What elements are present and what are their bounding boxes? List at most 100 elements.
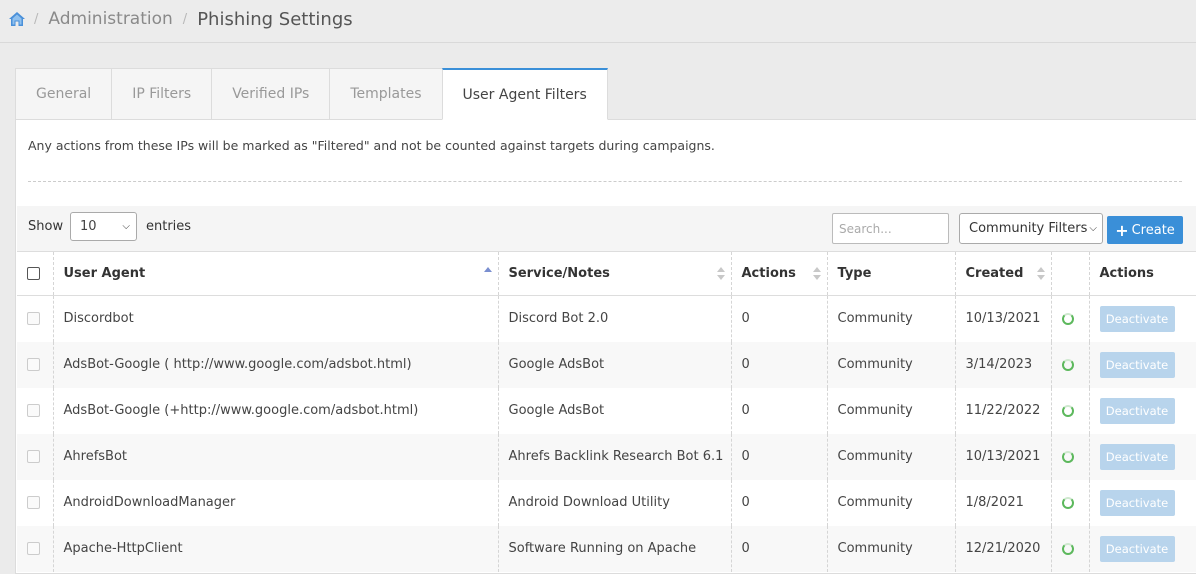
- user-agent-cell: AdsBot-Google ( http://www.google.com/ad…: [53, 341, 499, 388]
- entries-label: entries: [146, 219, 192, 234]
- service-cell: Ahrefs Backlink Research Bot 6.1: [498, 433, 732, 480]
- deactivate-button[interactable]: Deactivate: [1099, 535, 1175, 562]
- tab-user-agent-filters[interactable]: User Agent Filters: [441, 68, 608, 120]
- actions-count-cell: 0: [731, 295, 828, 342]
- user-agent-cell: Apache-HttpClient: [53, 525, 499, 572]
- deactivate-button[interactable]: Deactivate: [1099, 397, 1175, 424]
- user-agent-cell: AhrefsBot: [53, 433, 499, 480]
- entries-select[interactable]: 10 ⌵: [70, 212, 137, 241]
- actions-count-cell: 0: [731, 341, 828, 388]
- row-actions-cell: Deactivate: [1089, 480, 1196, 526]
- column-header-created[interactable]: Created: [955, 251, 1052, 296]
- filter-type-select[interactable]: Community Filters ⌵: [959, 213, 1103, 244]
- row-checkbox[interactable]: [27, 358, 40, 371]
- row-select-cell: [17, 525, 54, 572]
- row-checkbox[interactable]: [27, 312, 40, 326]
- status-active-icon: [1061, 542, 1074, 555]
- created-cell: 1/8/2021: [955, 479, 1052, 526]
- deactivate-button[interactable]: Deactivate: [1099, 443, 1175, 470]
- row-actions-cell: Deactivate: [1089, 388, 1196, 434]
- select-all-checkbox[interactable]: [27, 267, 40, 280]
- create-button[interactable]: + Create: [1107, 216, 1183, 244]
- table-toolbar: Show 10 ⌵ entries Search... Community Fi…: [17, 206, 1196, 251]
- status-active-icon: [1061, 496, 1074, 509]
- home-icon[interactable]: [8, 10, 26, 28]
- column-header-status: [1051, 251, 1090, 296]
- created-cell: 12/21/2020: [955, 525, 1052, 572]
- actions-count-cell: 0: [731, 387, 828, 434]
- select-all-header: [17, 251, 54, 296]
- tab-bar: General IP Filters Verified IPs Template…: [15, 68, 608, 120]
- status-active-icon: [1061, 404, 1074, 417]
- row-actions-cell: Deactivate: [1089, 525, 1196, 572]
- row-checkbox[interactable]: [27, 404, 40, 417]
- deactivate-button[interactable]: Deactivate: [1099, 351, 1175, 378]
- row-select-cell: [17, 341, 54, 388]
- show-label: Show: [28, 219, 64, 234]
- breadcrumb-administration[interactable]: Administration: [48, 9, 172, 29]
- column-header-type: Type: [827, 251, 956, 296]
- status-cell: [1051, 479, 1090, 526]
- actions-count-cell: 0: [731, 433, 828, 480]
- type-cell: Community: [827, 525, 956, 572]
- status-active-icon: [1061, 450, 1074, 463]
- service-cell: Google AdsBot: [498, 341, 732, 388]
- table-row: Apache-HttpClient Software Running on Ap…: [17, 525, 1196, 572]
- tab-ip-filters[interactable]: IP Filters: [111, 68, 212, 120]
- row-select-cell: [17, 387, 54, 434]
- created-cell: 11/22/2022: [955, 387, 1052, 434]
- breadcrumb-separator: /: [182, 11, 188, 27]
- filter-select-value: Community Filters: [969, 221, 1088, 236]
- status-cell: [1051, 433, 1090, 480]
- status-cell: [1051, 387, 1090, 434]
- top-bar: / Administration / Phishing Settings: [0, 0, 1196, 43]
- type-cell: Community: [827, 387, 956, 434]
- row-actions-cell: Deactivate: [1089, 296, 1196, 342]
- deactivate-button[interactable]: Deactivate: [1099, 489, 1175, 516]
- service-cell: Android Download Utility: [498, 479, 732, 526]
- row-checkbox[interactable]: [27, 542, 40, 555]
- created-cell: 10/13/2021: [955, 295, 1052, 342]
- create-button-label: Create: [1131, 222, 1175, 238]
- entries-select-value: 10: [80, 219, 97, 234]
- settings-panel: General IP Filters Verified IPs Template…: [15, 68, 1196, 574]
- row-checkbox[interactable]: [27, 450, 40, 463]
- service-cell: Discord Bot 2.0: [498, 295, 732, 342]
- deactivate-button[interactable]: Deactivate: [1099, 305, 1175, 332]
- sort-icon: [812, 267, 821, 281]
- table-row: AdsBot-Google (+http://www.google.com/ad…: [17, 387, 1196, 434]
- row-checkbox[interactable]: [27, 496, 40, 509]
- column-header-actions-count[interactable]: Actions: [731, 251, 828, 296]
- user-agent-cell: Discordbot: [53, 295, 499, 342]
- type-cell: Community: [827, 295, 956, 342]
- search-input[interactable]: Search...: [832, 213, 949, 244]
- row-actions-cell: Deactivate: [1089, 341, 1196, 388]
- chevron-down-icon: ⌵: [1089, 223, 1097, 234]
- tab-general[interactable]: General: [15, 68, 112, 120]
- page-title: Phishing Settings: [197, 8, 353, 30]
- tab-templates[interactable]: Templates: [329, 68, 442, 120]
- tab-verified-ips[interactable]: Verified IPs: [211, 68, 330, 120]
- chevron-down-icon: ⌵: [122, 221, 130, 232]
- status-active-icon: [1061, 358, 1074, 371]
- status-active-icon: [1061, 312, 1074, 325]
- row-select-cell: [17, 295, 54, 342]
- table-row: AndroidDownloadManager Android Download …: [17, 479, 1196, 526]
- column-header-service-notes[interactable]: Service/Notes: [498, 251, 732, 296]
- table-row: Discordbot Discord Bot 2.0 0 Community 1…: [17, 295, 1196, 342]
- user-agent-table: User Agent Service/Notes Actions Type Cr…: [17, 251, 1196, 572]
- breadcrumb-separator: /: [34, 11, 39, 27]
- table-row: AhrefsBot Ahrefs Backlink Research Bot 6…: [17, 433, 1196, 480]
- type-cell: Community: [827, 341, 956, 388]
- user-agent-cell: AndroidDownloadManager: [53, 479, 499, 526]
- created-cell: 10/13/2021: [955, 433, 1052, 480]
- sort-icon: [1036, 267, 1045, 281]
- status-cell: [1051, 525, 1090, 572]
- actions-count-cell: 0: [731, 525, 828, 572]
- actions-count-cell: 0: [731, 479, 828, 526]
- user-agent-cell: AdsBot-Google (+http://www.google.com/ad…: [53, 387, 499, 434]
- column-header-user-agent[interactable]: User Agent: [53, 251, 499, 296]
- divider: [28, 181, 1182, 182]
- created-cell: 3/14/2023: [955, 341, 1052, 388]
- column-header-actions: Actions: [1089, 251, 1196, 296]
